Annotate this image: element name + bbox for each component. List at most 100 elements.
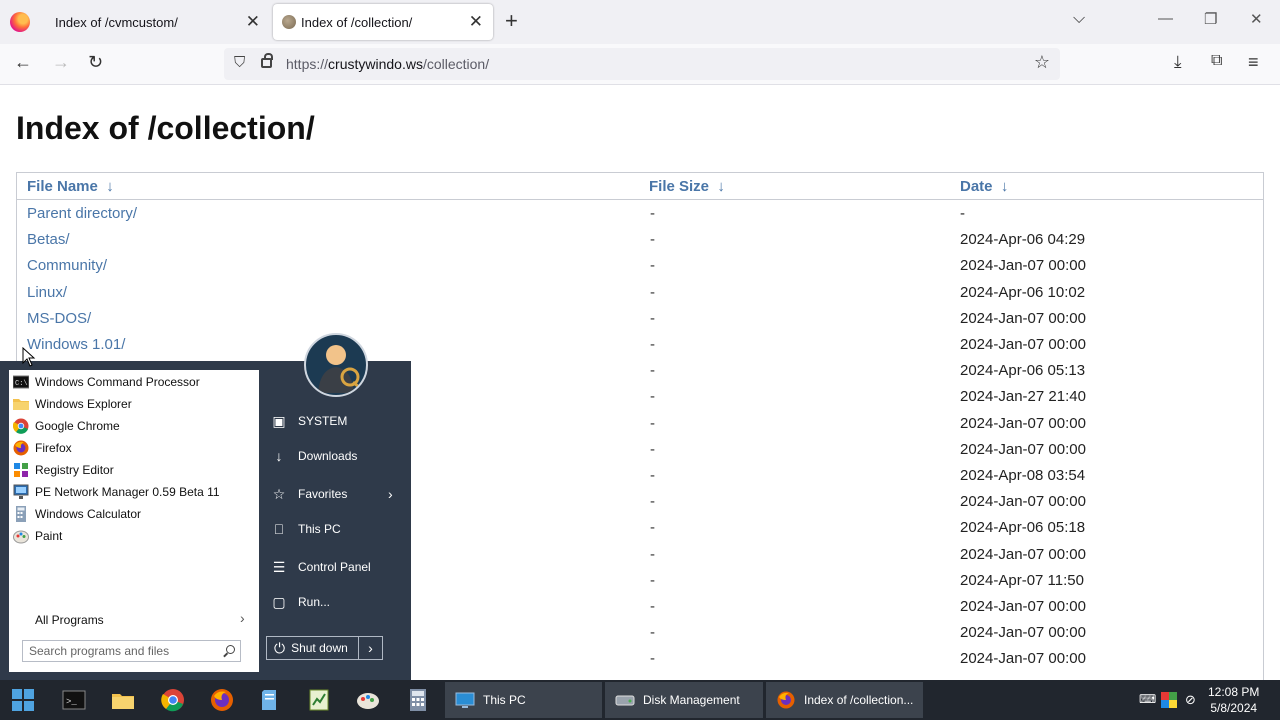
lock-icon[interactable] xyxy=(261,53,273,68)
program-label: Windows Explorer xyxy=(35,397,132,411)
paint-icon xyxy=(13,530,29,544)
calculator-icon[interactable] xyxy=(406,688,430,712)
file-size: - xyxy=(650,440,655,458)
shut-down-button[interactable]: ⏻ Shut down xyxy=(266,636,359,660)
start-menu-program[interactable]: Registry Editor xyxy=(9,459,259,481)
file-size: - xyxy=(650,493,655,511)
menu-icon[interactable]: ≡ xyxy=(1248,52,1259,73)
registry-icon xyxy=(14,463,28,477)
tab-cvmcustom[interactable]: Index of /cvmcustom/ ✕ xyxy=(42,0,270,44)
search-icon xyxy=(226,645,235,654)
taskbar-window-button[interactable]: Disk Management xyxy=(605,682,763,718)
svg-text:C:\: C:\ xyxy=(15,380,28,388)
url-bar[interactable]: ⛉ https://crustywindo.ws/collection/ ☆ xyxy=(224,48,1060,80)
table-row: Betas/ - 2024-Apr-06 04:29 xyxy=(17,228,1263,254)
restore-icon[interactable]: ❐ xyxy=(1204,10,1217,28)
close-window-icon[interactable]: ✕ xyxy=(1250,10,1263,28)
tab-strip: Index of /cvmcustom/ ✕ Index of /collect… xyxy=(0,0,1280,44)
table-row: Community/ - 2024-Jan-07 00:00 xyxy=(17,254,1263,280)
network-icon[interactable]: ⊘ xyxy=(1185,692,1201,708)
start-menu-program[interactable]: PE Network Manager 0.59 Beta 11 xyxy=(9,481,259,503)
start-menu-link[interactable]: ▣ SYSTEM xyxy=(270,408,347,434)
search-input[interactable] xyxy=(29,643,219,659)
spreadsheet-icon[interactable] xyxy=(307,688,331,712)
file-name-link[interactable]: Community/ xyxy=(27,257,107,274)
cmd-icon: C:\ xyxy=(13,375,29,389)
file-size: - xyxy=(650,467,655,484)
shutdown-options-button[interactable]: › xyxy=(359,636,383,660)
file-size: - xyxy=(650,624,655,642)
shield-icon[interactable]: ⛉ xyxy=(234,54,245,71)
start-menu-program[interactable]: Firefox xyxy=(9,437,259,459)
taskbar-window-label: Disk Management xyxy=(643,693,740,707)
file-name-link[interactable]: Parent directory/ xyxy=(27,205,137,222)
extensions-icon[interactable]: ⧉ xyxy=(1211,52,1222,70)
user-avatar[interactable] xyxy=(304,333,368,397)
file-date: 2024-Apr-07 11:50 xyxy=(960,571,1084,589)
file-name-link[interactable]: Windows 1.01/ xyxy=(27,336,125,353)
tab-collection[interactable]: Index of /collection/ ✕ xyxy=(273,4,493,40)
start-menu-program[interactable]: C:\ Windows Command Processor xyxy=(9,371,259,393)
start-menu-program[interactable]: Windows Explorer xyxy=(9,393,259,415)
chevron-right-icon[interactable]: › xyxy=(388,486,393,502)
chrome-icon xyxy=(13,418,29,434)
file-size: - xyxy=(650,650,655,668)
start-menu-program[interactable]: Google Chrome xyxy=(9,415,259,437)
file-date: 2024-Apr-08 03:54 xyxy=(960,467,1086,484)
chevron-right-icon[interactable]: › xyxy=(240,610,245,626)
start-menu-program[interactable]: Paint xyxy=(9,525,259,547)
program-label: Registry Editor xyxy=(35,463,114,477)
reload-icon[interactable]: ↻ xyxy=(88,52,103,73)
firefox-icon xyxy=(777,691,795,709)
file-name-link[interactable]: Linux/ xyxy=(27,284,67,301)
url-text[interactable]: https://crustywindo.ws/collection/ xyxy=(286,56,489,72)
folder-icon[interactable] xyxy=(111,688,135,712)
cmd-icon[interactable]: >_ xyxy=(62,688,86,712)
start-menu-link[interactable]: ☰ Control Panel xyxy=(270,554,371,580)
chevron-down-icon[interactable]: ⌵ xyxy=(1073,10,1085,28)
start-menu-link[interactable]: ⎕ This PC xyxy=(270,516,341,542)
chrome-icon[interactable] xyxy=(161,688,185,712)
clock[interactable]: 12:08 PM 5/8/2024 xyxy=(1208,684,1259,716)
file-size: - xyxy=(650,388,655,406)
minimize-icon[interactable]: — xyxy=(1158,10,1173,27)
start-menu-program[interactable]: Windows Calculator xyxy=(9,503,259,525)
star-icon[interactable]: ☆ xyxy=(1034,52,1050,73)
file-size: - xyxy=(650,309,655,327)
close-icon[interactable]: ✕ xyxy=(469,12,483,32)
column-header-file-size[interactable]: File Size ↓ xyxy=(649,178,725,195)
taskbar-window-button[interactable]: This PC xyxy=(445,682,602,718)
navigation-bar: ← → ↻ ⛉ https://crustywindo.ws/collectio… xyxy=(0,44,1280,85)
firefox-icon[interactable] xyxy=(210,688,234,712)
start-menu-link[interactable]: ▢ Run... xyxy=(270,589,330,615)
display-icon[interactable] xyxy=(1161,692,1177,708)
all-programs-button[interactable]: All Programs xyxy=(35,613,104,627)
folder-icon xyxy=(13,399,29,410)
star-icon: ☆ xyxy=(272,485,286,502)
back-icon[interactable]: ← xyxy=(14,52,32,73)
file-name-link[interactable]: MS-DOS/ xyxy=(27,310,91,327)
file-date: 2024-Jan-07 00:00 xyxy=(960,598,1086,615)
download-icon[interactable]: ⤓ xyxy=(1174,52,1182,72)
table-row: Linux/ - 2024-Apr-06 10:02 xyxy=(17,281,1263,307)
file-date: 2024-Jan-07 00:00 xyxy=(960,624,1086,642)
keyboard-icon[interactable]: ⌨ xyxy=(1139,692,1156,708)
column-header-file-name[interactable]: File Name ↓ xyxy=(27,178,114,195)
clock-time: 12:08 PM xyxy=(1208,685,1260,699)
start-menu-link[interactable]: ↓ Downloads xyxy=(270,443,358,469)
user-folder-icon: ▣ xyxy=(272,412,286,429)
forward-icon[interactable]: → xyxy=(52,52,70,73)
start-menu-link[interactable]: ☆ Favorites xyxy=(270,481,348,507)
firefox-icon[interactable] xyxy=(10,12,30,32)
notepad-icon[interactable] xyxy=(258,688,282,712)
column-header-date[interactable]: Date ↓ xyxy=(960,178,1008,195)
taskbar-window-button[interactable]: Index of /collection... xyxy=(766,682,923,718)
file-name-link[interactable]: Betas/ xyxy=(27,231,70,248)
new-tab-icon[interactable]: + xyxy=(505,8,518,34)
start-button-icon[interactable] xyxy=(12,689,34,711)
file-size: - xyxy=(650,231,655,249)
paint-icon[interactable] xyxy=(356,688,380,712)
search-field[interactable] xyxy=(22,640,241,662)
start-menu-link-label: Downloads xyxy=(298,449,358,463)
close-icon[interactable]: ✕ xyxy=(246,12,260,32)
